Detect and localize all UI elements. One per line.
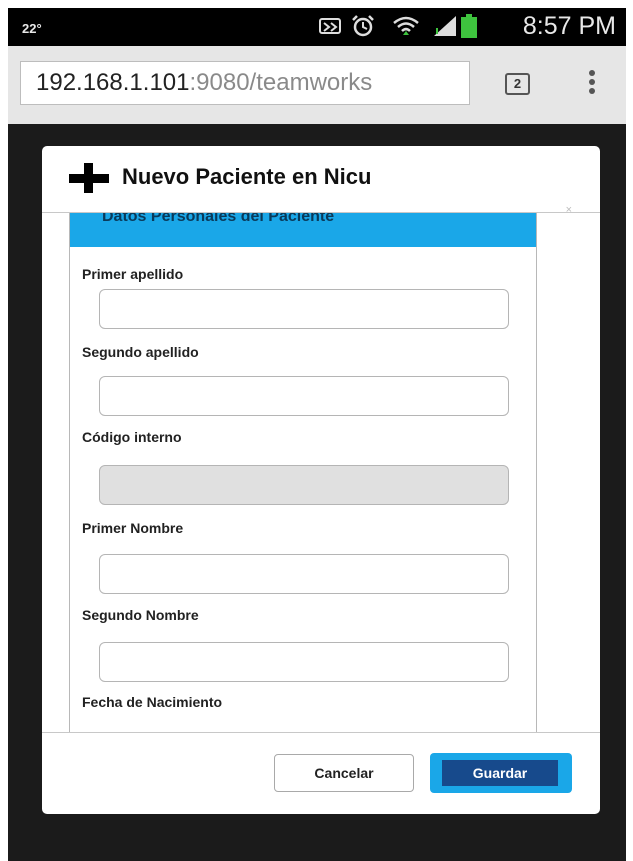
wifi-icon [393,16,419,35]
plus-icon [69,163,109,193]
section-header: Datos Personales del Paciente [70,213,536,247]
dialog-body[interactable]: Datos Personales del Paciente Primer ape… [42,213,600,733]
overflow-menu-icon[interactable] [588,70,596,96]
field-label-segundo-nombre: Segundo Nombre [82,607,199,623]
new-patient-dialog: Nuevo Paciente en Nicu × Datos Personale… [42,146,600,814]
field-label-segundo-apellido: Segundo apellido [82,344,199,360]
tab-switcher-button[interactable]: 2 [505,73,530,95]
save-button[interactable]: Guardar [442,760,558,786]
segundo-nombre-input[interactable] [99,642,509,682]
url-host: 192.168.1.101 [36,69,190,96]
clock: 8:57 PM [522,12,616,40]
footer-divider [42,732,600,733]
codigo-interno-input [99,465,509,505]
save-button-focus-ring: Guardar [430,753,572,793]
field-label-primer-nombre: Primer Nombre [82,520,184,536]
section-title: Datos Personales del Paciente [102,213,335,225]
primer-nombre-input[interactable] [99,554,509,594]
cancel-button[interactable]: Cancelar [274,754,414,792]
url-path: :9080/teamworks [189,69,373,96]
patient-form-panel: Datos Personales del Paciente Primer ape… [69,213,537,733]
field-label-codigo-interno: Código interno [82,429,182,445]
alarm-icon [352,15,374,37]
field-label-fecha-nacimiento: Fecha de Nacimiento [82,694,223,710]
segundo-apellido-input[interactable] [99,376,509,416]
nfc-icon [319,18,341,34]
primer-apellido-input[interactable] [99,289,509,329]
status-bar: 22° 8:57 PM [8,8,626,46]
dialog-title: Nuevo Paciente en Nicu [122,164,372,189]
field-label-primer-apellido: Primer apellido [82,266,184,282]
browser-toolbar: 192.168.1.101:9080/teamworks 2 [8,46,626,124]
battery-icon [461,14,477,38]
temperature-indicator: 22° [22,21,42,36]
url-field[interactable]: 192.168.1.101:9080/teamworks [20,61,470,105]
dialog-header: Nuevo Paciente en Nicu [42,146,600,212]
signal-icon [434,16,456,36]
